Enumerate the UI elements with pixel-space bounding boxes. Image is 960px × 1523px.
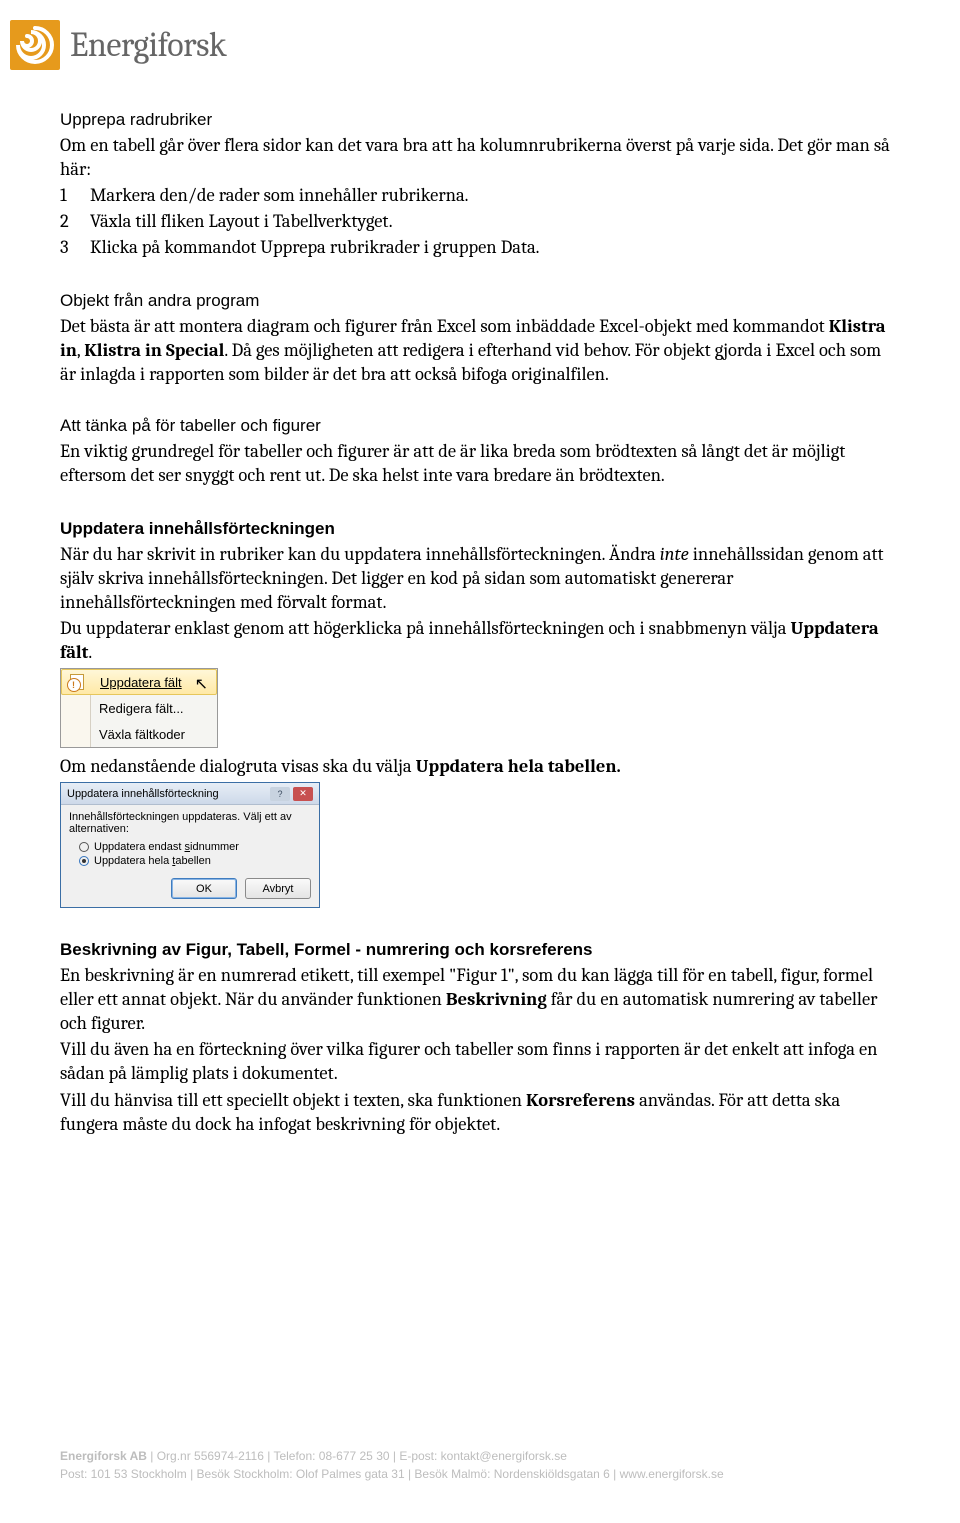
radio-icon — [79, 842, 89, 852]
menu-item-uppdatera-falt[interactable]: Uppdatera fält ↖ — [61, 669, 217, 695]
menu-label: Växla fältkoder — [91, 727, 185, 742]
heading-upprepa: Upprepa radrubriker — [60, 110, 900, 130]
list-text: Markera den/de rader som innehåller rubr… — [90, 183, 469, 209]
footer: Energiforsk AB | Org.nr 556974-2116 | Te… — [60, 1447, 900, 1483]
body-text: Om nedanstående dialogruta visas ska du … — [60, 754, 900, 778]
heading-objekt: Objekt från andra program — [60, 291, 900, 311]
radio-label: Uppdatera endast sidnummer — [94, 841, 239, 853]
body-text: När du har skrivit in rubriker kan du up… — [60, 542, 900, 614]
cursor-icon: ↖ — [195, 674, 208, 694]
menu-label: Uppdatera fält — [92, 675, 182, 690]
heading-beskrivning: Beskrivning av Figur, Tabell, Formel - n… — [60, 940, 900, 960]
update-icon — [62, 670, 92, 694]
dialog-message: Innehållsförteckningen uppdateras. Välj … — [69, 811, 311, 835]
radio-icon-selected — [79, 856, 89, 866]
logo: Energiforsk — [10, 20, 900, 70]
spiral-icon — [10, 20, 60, 70]
list-text: Växla till fliken Layout i Tabellverktyg… — [90, 209, 393, 235]
cancel-button[interactable]: Avbryt — [245, 878, 311, 899]
blank-icon — [61, 695, 91, 721]
list-item: 1Markera den/de rader som innehåller rub… — [60, 183, 900, 209]
body-text: Om en tabell går över flera sidor kan de… — [60, 133, 900, 181]
heading-uppdatera: Uppdatera innehållsförteckningen — [60, 519, 900, 539]
menu-item-redigera-falt[interactable]: Redigera fält... — [61, 695, 217, 721]
radio-label: Uppdatera hela tabellen — [94, 855, 211, 867]
dialog-title: Uppdatera innehållsförteckning — [67, 788, 219, 800]
radio-uppdatera-tabellen[interactable]: Uppdatera hela tabellen — [69, 854, 311, 868]
blank-icon — [61, 721, 91, 747]
list-item: 3Klicka på kommandot Upprepa rubrikrader… — [60, 235, 900, 261]
logo-text: Energiforsk — [70, 25, 226, 65]
list-text: Klicka på kommandot Upprepa rubrikrader … — [90, 235, 539, 261]
heading-tanka: Att tänka på för tabeller och figurer — [60, 416, 900, 436]
radio-uppdatera-sidnummer[interactable]: Uppdatera endast sidnummer — [69, 840, 311, 854]
close-icon[interactable]: ✕ — [293, 787, 313, 801]
menu-label: Redigera fält... — [91, 701, 184, 716]
footer-line: Post: 101 53 Stockholm | Besök Stockholm… — [60, 1465, 900, 1483]
body-text: En viktig grundregel för tabeller och fi… — [60, 439, 900, 487]
body-text: En beskrivning är en numrerad etikett, t… — [60, 963, 900, 1035]
body-text: Det bästa är att montera diagram och fig… — [60, 314, 900, 386]
menu-item-vaxla-faltkoder[interactable]: Växla fältkoder — [61, 721, 217, 747]
dialog-uppdatera: Uppdatera innehållsförteckning ? ✕ Inneh… — [60, 782, 320, 908]
body-text: Vill du även ha en förteckning över vilk… — [60, 1037, 900, 1085]
body-text: Vill du hänvisa till ett speciellt objek… — [60, 1088, 900, 1136]
help-icon[interactable]: ? — [270, 787, 290, 801]
body-text: Du uppdaterar enklast genom att högerkli… — [60, 616, 900, 664]
dialog-titlebar: Uppdatera innehållsförteckning ? ✕ — [61, 783, 319, 805]
context-menu: Uppdatera fält ↖ Redigera fält... Växla … — [60, 668, 218, 748]
ok-button[interactable]: OK — [171, 878, 237, 899]
list-item: 2Växla till fliken Layout i Tabellverkty… — [60, 209, 900, 235]
